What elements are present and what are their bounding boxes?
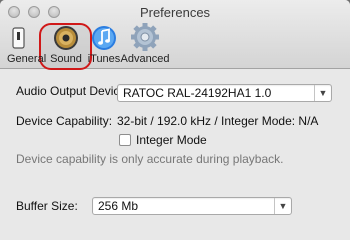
sound-pane: Audio Output Device: RATOC RAL-24192HA1 …	[0, 69, 350, 240]
audio-output-value: RATOC RAL-24192HA1 1.0	[123, 86, 272, 100]
chevron-down-icon: ▼	[314, 85, 331, 101]
tab-advanced-label: Advanced	[120, 53, 170, 65]
integer-mode-label: Integer Mode	[136, 133, 207, 147]
toolbar-tab-general[interactable]: General	[0, 22, 46, 66]
titlebar: Preferences General Sound iTunes Advance…	[0, 0, 350, 70]
audio-output-label: Audio Output Device:	[16, 84, 130, 98]
audio-output-select[interactable]: RATOC RAL-24192HA1 1.0 ▼	[117, 84, 332, 102]
capability-value: 32-bit / 192.0 kHz / Integer Mode: N/A	[117, 114, 319, 128]
toolbar-tab-advanced[interactable]: Advanced	[119, 22, 171, 66]
capability-label: Device Capability:	[16, 114, 113, 128]
gear-icon	[119, 22, 171, 52]
capability-note: Device capability is only accurate durin…	[16, 152, 284, 166]
switch-icon	[0, 22, 45, 52]
window-title: Preferences	[139, 5, 211, 20]
preferences-window: Preferences General Sound iTunes Advance…	[0, 0, 350, 240]
buffer-size-value: 256 Mb	[98, 199, 139, 213]
integer-mode-checkbox[interactable]	[119, 134, 131, 146]
chevron-down-icon: ▼	[274, 198, 291, 214]
buffer-size-select[interactable]: 256 Mb ▼	[92, 197, 292, 215]
buffer-size-label: Buffer Size:	[16, 199, 78, 213]
